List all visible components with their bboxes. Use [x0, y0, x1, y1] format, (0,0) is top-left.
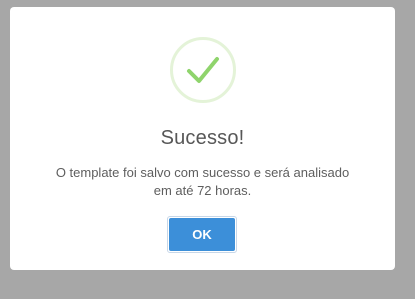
dialog-message: O template foi salvo com sucesso e será …	[30, 164, 375, 200]
dialog-title: Sucesso!	[160, 127, 245, 149]
ok-button-label: OK	[169, 218, 235, 251]
ok-button[interactable]: OK	[167, 216, 237, 253]
check-icon	[187, 57, 219, 83]
dialog-message-line-1: O template foi salvo com sucesso e será …	[55, 165, 350, 180]
success-dialog: Sucesso! O template foi salvo com sucess…	[10, 7, 395, 270]
dialog-message-line-2: em até 72 horas.	[153, 183, 252, 198]
success-icon-ring	[170, 37, 236, 103]
